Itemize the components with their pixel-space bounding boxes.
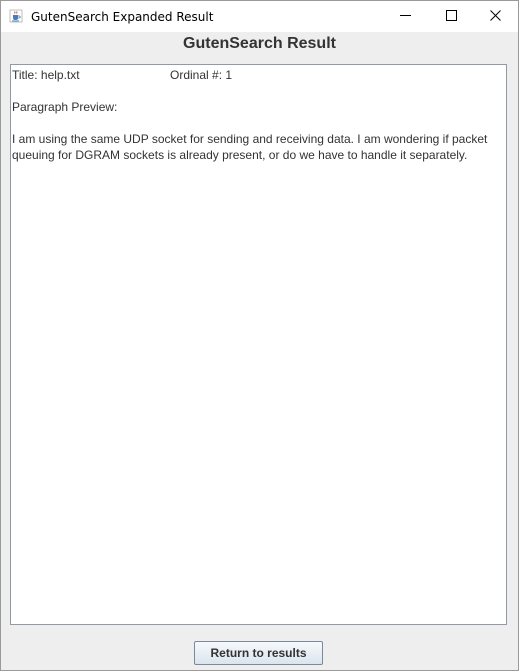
window-title: GutenSearch Expanded Result (31, 10, 214, 24)
java-cup-icon (9, 9, 23, 23)
maximize-icon (445, 8, 457, 26)
minimize-button[interactable] (382, 1, 428, 32)
maximize-button[interactable] (428, 1, 474, 32)
return-to-results-button[interactable]: Return to results (194, 641, 323, 665)
close-icon (489, 8, 501, 26)
result-text-area[interactable]: Title: help.txt Ordinal #: 1 Paragraph P… (10, 64, 507, 625)
result-title: Title: help.txt (12, 68, 80, 82)
title-bar: GutenSearch Expanded Result (1, 1, 518, 32)
result-ordinal: Ordinal #: 1 (170, 68, 233, 82)
page-title: GutenSearch Result (183, 35, 336, 52)
paragraph-preview-label: Paragraph Preview: (12, 100, 118, 114)
close-button[interactable] (472, 1, 518, 32)
expanded-result-window: GutenSearch Expanded Result GutenSearch … (0, 0, 519, 671)
paragraph-text: I am using the same UDP socket for sendi… (12, 132, 488, 162)
minimize-icon (399, 8, 411, 26)
